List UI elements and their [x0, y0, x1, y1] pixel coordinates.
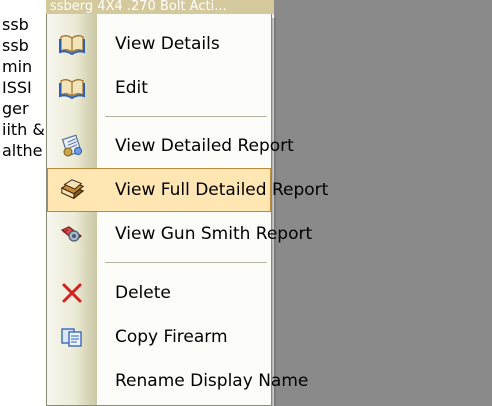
copy-icon [59, 324, 85, 350]
red-x-icon [59, 280, 85, 306]
menu-item-label: View Detailed Report [115, 136, 294, 156]
menu-item-view-details[interactable]: View Details [47, 22, 271, 66]
menu-item-label: View Details [115, 34, 220, 54]
book-icon [59, 75, 85, 101]
book-stack-icon [59, 177, 85, 203]
context-menu: View Details Edit View Detailed Report V… [46, 14, 328, 406]
menu-item-label: Copy Firearm [115, 327, 228, 347]
menu-item-label: View Gun Smith Report [115, 224, 313, 244]
menu-item-label: Rename Display Name [115, 371, 309, 391]
menu-item-view-full-detailed-report[interactable]: View Full Detailed Report [47, 168, 328, 212]
report-icon [59, 133, 85, 159]
gunsmith-icon [59, 221, 85, 247]
menu-item-rename-display-name[interactable]: Rename Display Name [47, 359, 308, 403]
selected-row-strip[interactable]: ssberg 4X4 .270 Bolt Acti... [46, 0, 274, 14]
book-icon [59, 31, 85, 57]
menu-item-copy-firearm[interactable]: Copy Firearm [47, 315, 271, 359]
menu-item-delete[interactable]: Delete [47, 271, 271, 315]
menu-separator [105, 262, 267, 264]
menu-separator [105, 116, 267, 118]
menu-item-label: View Full Detailed Report [115, 180, 329, 200]
menu-item-label: Delete [115, 283, 171, 303]
menu-item-view-gun-smith-report[interactable]: View Gun Smith Report [47, 212, 312, 256]
menu-item-view-detailed-report[interactable]: View Detailed Report [47, 124, 294, 168]
menu-item-edit[interactable]: Edit [47, 66, 271, 110]
menu-item-label: Edit [115, 78, 148, 98]
